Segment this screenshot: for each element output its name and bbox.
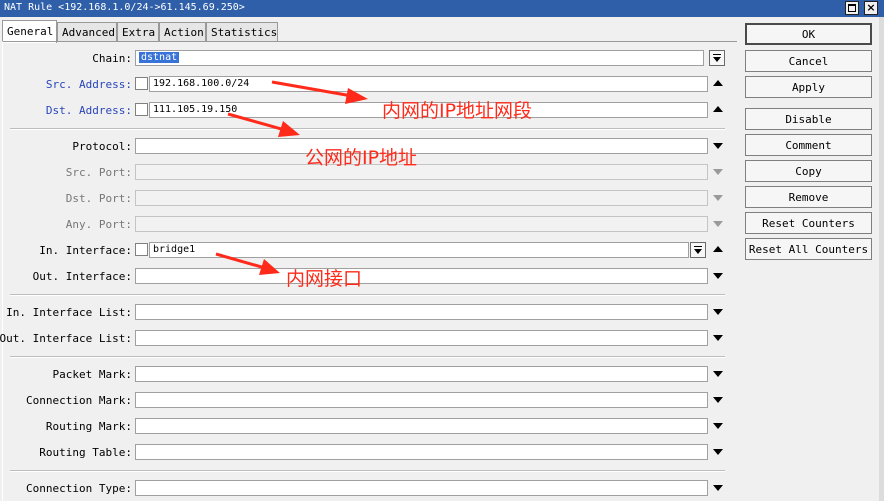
arrowhead-icon (259, 259, 280, 275)
annotation-arrow-src (271, 80, 353, 98)
annotation-src-note: 内网的IP地址网段 (382, 100, 533, 122)
annotation-arrow-dst (227, 112, 286, 132)
annotation-arrow-iface (215, 252, 266, 270)
arrowhead-icon (345, 88, 368, 104)
annotation-dst-note: 公网的IP地址 (305, 147, 418, 169)
annotation-arrows (215, 80, 368, 275)
arrowhead-icon (278, 121, 300, 137)
annotation-iface-note: 内网接口 (286, 268, 363, 290)
